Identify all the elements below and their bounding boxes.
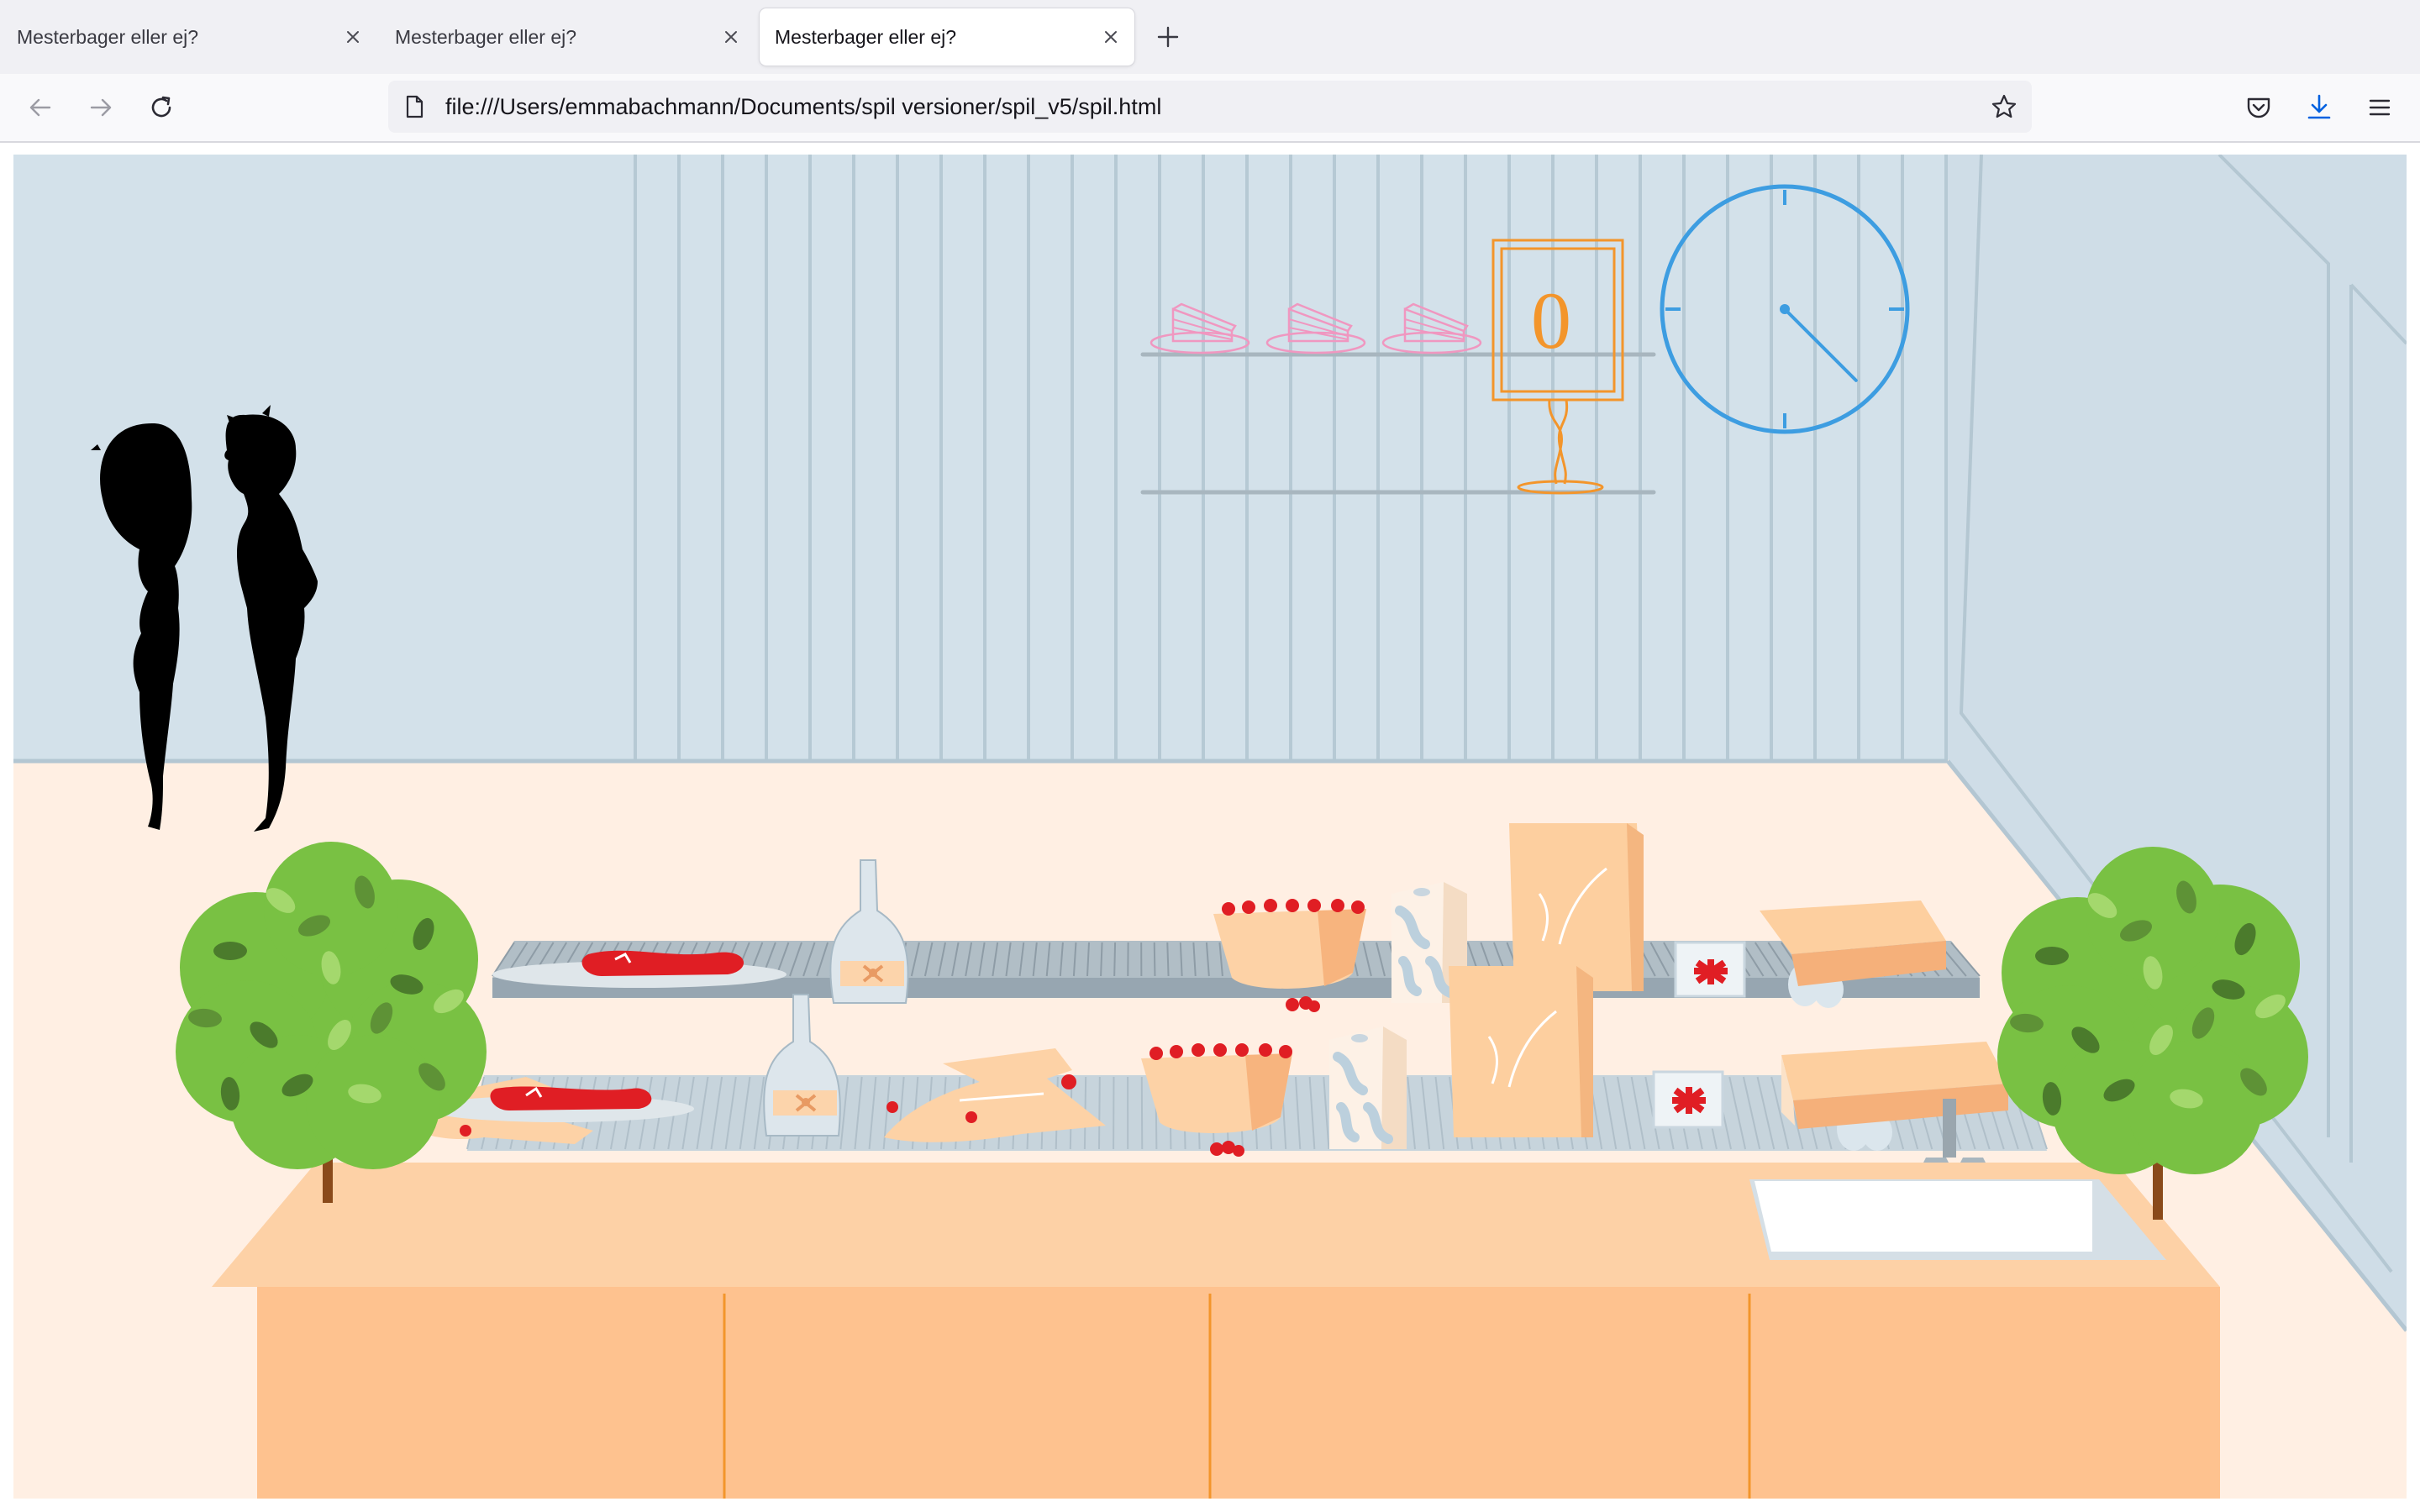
navigation-toolbar: file:///Users/emmabachmann/Documents/spi…: [0, 74, 2420, 143]
page-document-icon: [406, 95, 424, 118]
tab-bar: Mesterbager eller ej? Mesterbager eller …: [0, 0, 2420, 74]
back-arrow-icon[interactable]: [24, 91, 57, 124]
close-icon[interactable]: [1101, 27, 1121, 47]
page-viewport: 0: [0, 143, 2420, 1512]
bookmark-star-icon[interactable]: [1990, 92, 2018, 121]
tab-title: Mesterbager eller ej?: [17, 25, 199, 48]
bakery-game-scene[interactable]: 0: [13, 155, 2407, 1499]
url-text[interactable]: file:///Users/emmabachmann/Documents/spi…: [445, 81, 1161, 133]
close-icon[interactable]: [343, 27, 363, 47]
tab-title: Mesterbager eller ej?: [395, 25, 577, 48]
browser-tab-2[interactable]: Mesterbager eller ej?: [380, 8, 755, 66]
tab-title: Mesterbager eller ej?: [775, 25, 957, 48]
first-aid-kit-1[interactable]: [1674, 941, 1746, 998]
reload-icon[interactable]: [145, 91, 178, 124]
browser-tab-1[interactable]: Mesterbager eller ej?: [2, 8, 376, 66]
hamburger-menu-icon[interactable]: [2363, 91, 2396, 124]
browser-tab-3-active[interactable]: Mesterbager eller ej?: [760, 8, 1134, 66]
forward-arrow-icon[interactable]: [84, 91, 118, 124]
milk-carton-2[interactable]: [1329, 1026, 1407, 1149]
download-icon[interactable]: [2302, 91, 2336, 124]
sink[interactable]: [1749, 1179, 2166, 1260]
pocket-icon[interactable]: [2242, 91, 2275, 124]
score-value: 0: [1531, 276, 1571, 365]
first-aid-kit-2[interactable]: [1652, 1070, 1724, 1129]
new-tab-plus-icon[interactable]: [1151, 20, 1185, 54]
address-bar[interactable]: file:///Users/emmabachmann/Documents/spi…: [388, 81, 2032, 133]
flour-bag-front[interactable]: [1449, 966, 1593, 1137]
close-icon[interactable]: [721, 27, 741, 47]
